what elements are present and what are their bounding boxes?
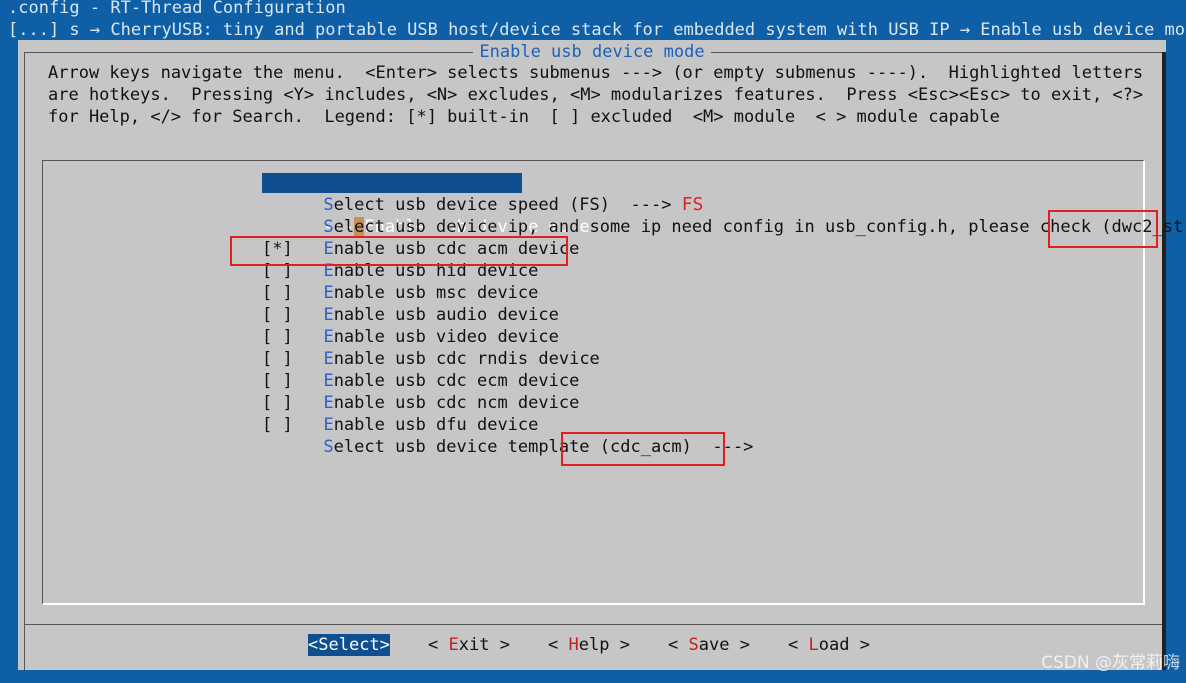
button-separator <box>24 624 1162 625</box>
selection-highlight <box>262 173 522 193</box>
help-line-2: are hotkeys. Pressing <Y> includes, <N> … <box>48 85 1144 105</box>
hotkey: E <box>448 635 459 655</box>
checkbox[interactable]: [ ] <box>262 415 293 435</box>
btn-label: ave <box>698 635 730 655</box>
checkbox[interactable]: [ ] <box>262 349 293 369</box>
breadcrumb: [...] s → CherryUSB: tiny and portable U… <box>8 20 1186 40</box>
hotkey: S <box>688 635 699 655</box>
btn-bracket: > <box>489 635 510 655</box>
hotkey: S <box>323 217 334 237</box>
menu-item-label: elect usb device template <box>333 437 600 457</box>
btn-label: oad <box>818 635 850 655</box>
menu-item-video[interactable]: [ ] Enable usb video device <box>262 326 559 348</box>
menu-item-label: nable usb audio device <box>333 305 559 325</box>
menu-item-label: elect usb device speed (FS) ---> <box>333 195 672 215</box>
hotkey: H <box>568 635 579 655</box>
menu-item-device-speed[interactable]: Select usb device speed (FS) ---> FS <box>262 194 703 216</box>
checkbox[interactable]: [ ] <box>262 261 293 281</box>
hotkey: S <box>323 195 334 215</box>
hotkey: E <box>323 371 334 391</box>
menu-item-msc[interactable]: [ ] Enable usb msc device <box>262 282 538 304</box>
menu-item-label: nable usb cdc acm device <box>333 239 580 259</box>
window-title: .config - RT-Thread Configuration <box>8 0 346 18</box>
menu-item-value: (dwc2_st <box>1101 217 1184 237</box>
btn-bracket: < <box>308 635 319 655</box>
hotkey: S <box>323 437 334 457</box>
btn-bracket: > <box>379 635 390 655</box>
menu-item-label: nable usb cdc rndis device <box>333 349 600 369</box>
menu-item-device-ip[interactable]: Select usb device ip, and some ip need c… <box>262 216 1183 238</box>
btn-bracket: < <box>548 635 569 655</box>
menu-item-label: nable usb cdc ecm device <box>333 371 580 391</box>
hotkey: E <box>323 393 334 413</box>
btn-bracket: > <box>849 635 870 655</box>
menu-item-label: nable usb hid device <box>333 261 539 281</box>
menu-item-audio[interactable]: [ ] Enable usb audio device <box>262 304 559 326</box>
checkbox[interactable]: [ ] <box>262 283 293 303</box>
checkbox[interactable]: [ ] <box>262 371 293 391</box>
menu-item-enable-usb-device-mode[interactable]: --- Enable usb device mode <box>262 172 590 237</box>
menu-item-label: elect usb device ip, and some ip need co… <box>333 217 1102 237</box>
btn-bracket: > <box>729 635 750 655</box>
watermark: CSDN @灰常莉嗨 <box>1041 653 1180 673</box>
checkbox[interactable]: [ ] <box>262 305 293 325</box>
menu-item-cdc-ncm[interactable]: [ ] Enable usb cdc ncm device <box>262 392 579 414</box>
checkbox[interactable]: [ ] <box>262 393 293 413</box>
submenu-arrow: ---> <box>691 437 754 457</box>
button-bar: <Select> < Exit > < Help > < Save > < Lo… <box>18 634 1166 656</box>
btn-label: Select <box>318 635 380 655</box>
menu-item-label: nable usb cdc ncm device <box>333 393 580 413</box>
hotkey: E <box>323 283 334 303</box>
hotkey: E <box>323 305 334 325</box>
menu-item-hid[interactable]: [ ] Enable usb hid device <box>262 260 538 282</box>
menu-item-cdc-acm[interactable]: [*] Enable usb cdc acm device <box>262 238 579 260</box>
dialog-title-text: Enable usb device mode <box>473 42 711 62</box>
menu-item-cdc-ecm[interactable]: [ ] Enable usb cdc ecm device <box>262 370 579 392</box>
btn-bracket: < <box>668 635 689 655</box>
hotkey: E <box>323 239 334 259</box>
menu-item-label: nable usb msc device <box>333 283 539 303</box>
menu-item-cdc-rndis[interactable]: [ ] Enable usb cdc rndis device <box>262 348 600 370</box>
menu-item-label: nable usb video device <box>333 327 559 347</box>
hotkey: E <box>323 327 334 347</box>
speed-annotation: FS <box>681 194 704 215</box>
menu-item-device-template[interactable]: Select usb device template (cdc_acm) ---… <box>262 436 753 458</box>
checkbox[interactable]: [*] <box>262 239 293 259</box>
menu-item-label: nable usb dfu device <box>333 415 539 435</box>
hotkey: E <box>323 415 334 435</box>
btn-label: elp <box>578 635 610 655</box>
menu-item-dfu[interactable]: [ ] Enable usb dfu device <box>262 414 538 436</box>
hotkey: L <box>808 635 819 655</box>
btn-bracket: > <box>609 635 630 655</box>
btn-bracket: < <box>428 635 449 655</box>
exit-button[interactable]: < Exit > <box>428 634 510 656</box>
dialog-shadow <box>1162 52 1166 670</box>
menuconfig-dialog: Enable usb device mode Arrow keys naviga… <box>18 40 1183 670</box>
btn-bracket: < <box>788 635 809 655</box>
btn-label: xit <box>458 635 490 655</box>
help-line-1: Arrow keys navigate the menu. <Enter> se… <box>48 63 1144 83</box>
help-button[interactable]: < Help > <box>548 634 630 656</box>
hotkey: E <box>323 261 334 281</box>
help-line-3: for Help, </> for Search. Legend: [*] bu… <box>48 107 1000 127</box>
checkbox[interactable]: [ ] <box>262 327 293 347</box>
menu-list: --- Enable usb device mode Select usb de… <box>42 160 1183 605</box>
hotkey: E <box>323 349 334 369</box>
load-button[interactable]: < Load > <box>788 634 870 656</box>
select-button[interactable]: <Select> <box>308 634 390 656</box>
save-button[interactable]: < Save > <box>668 634 750 656</box>
dialog-border-left <box>24 52 25 670</box>
menu-item-value: (cdc_acm) <box>599 437 692 457</box>
dialog-title: Enable usb device mode <box>18 41 1166 63</box>
